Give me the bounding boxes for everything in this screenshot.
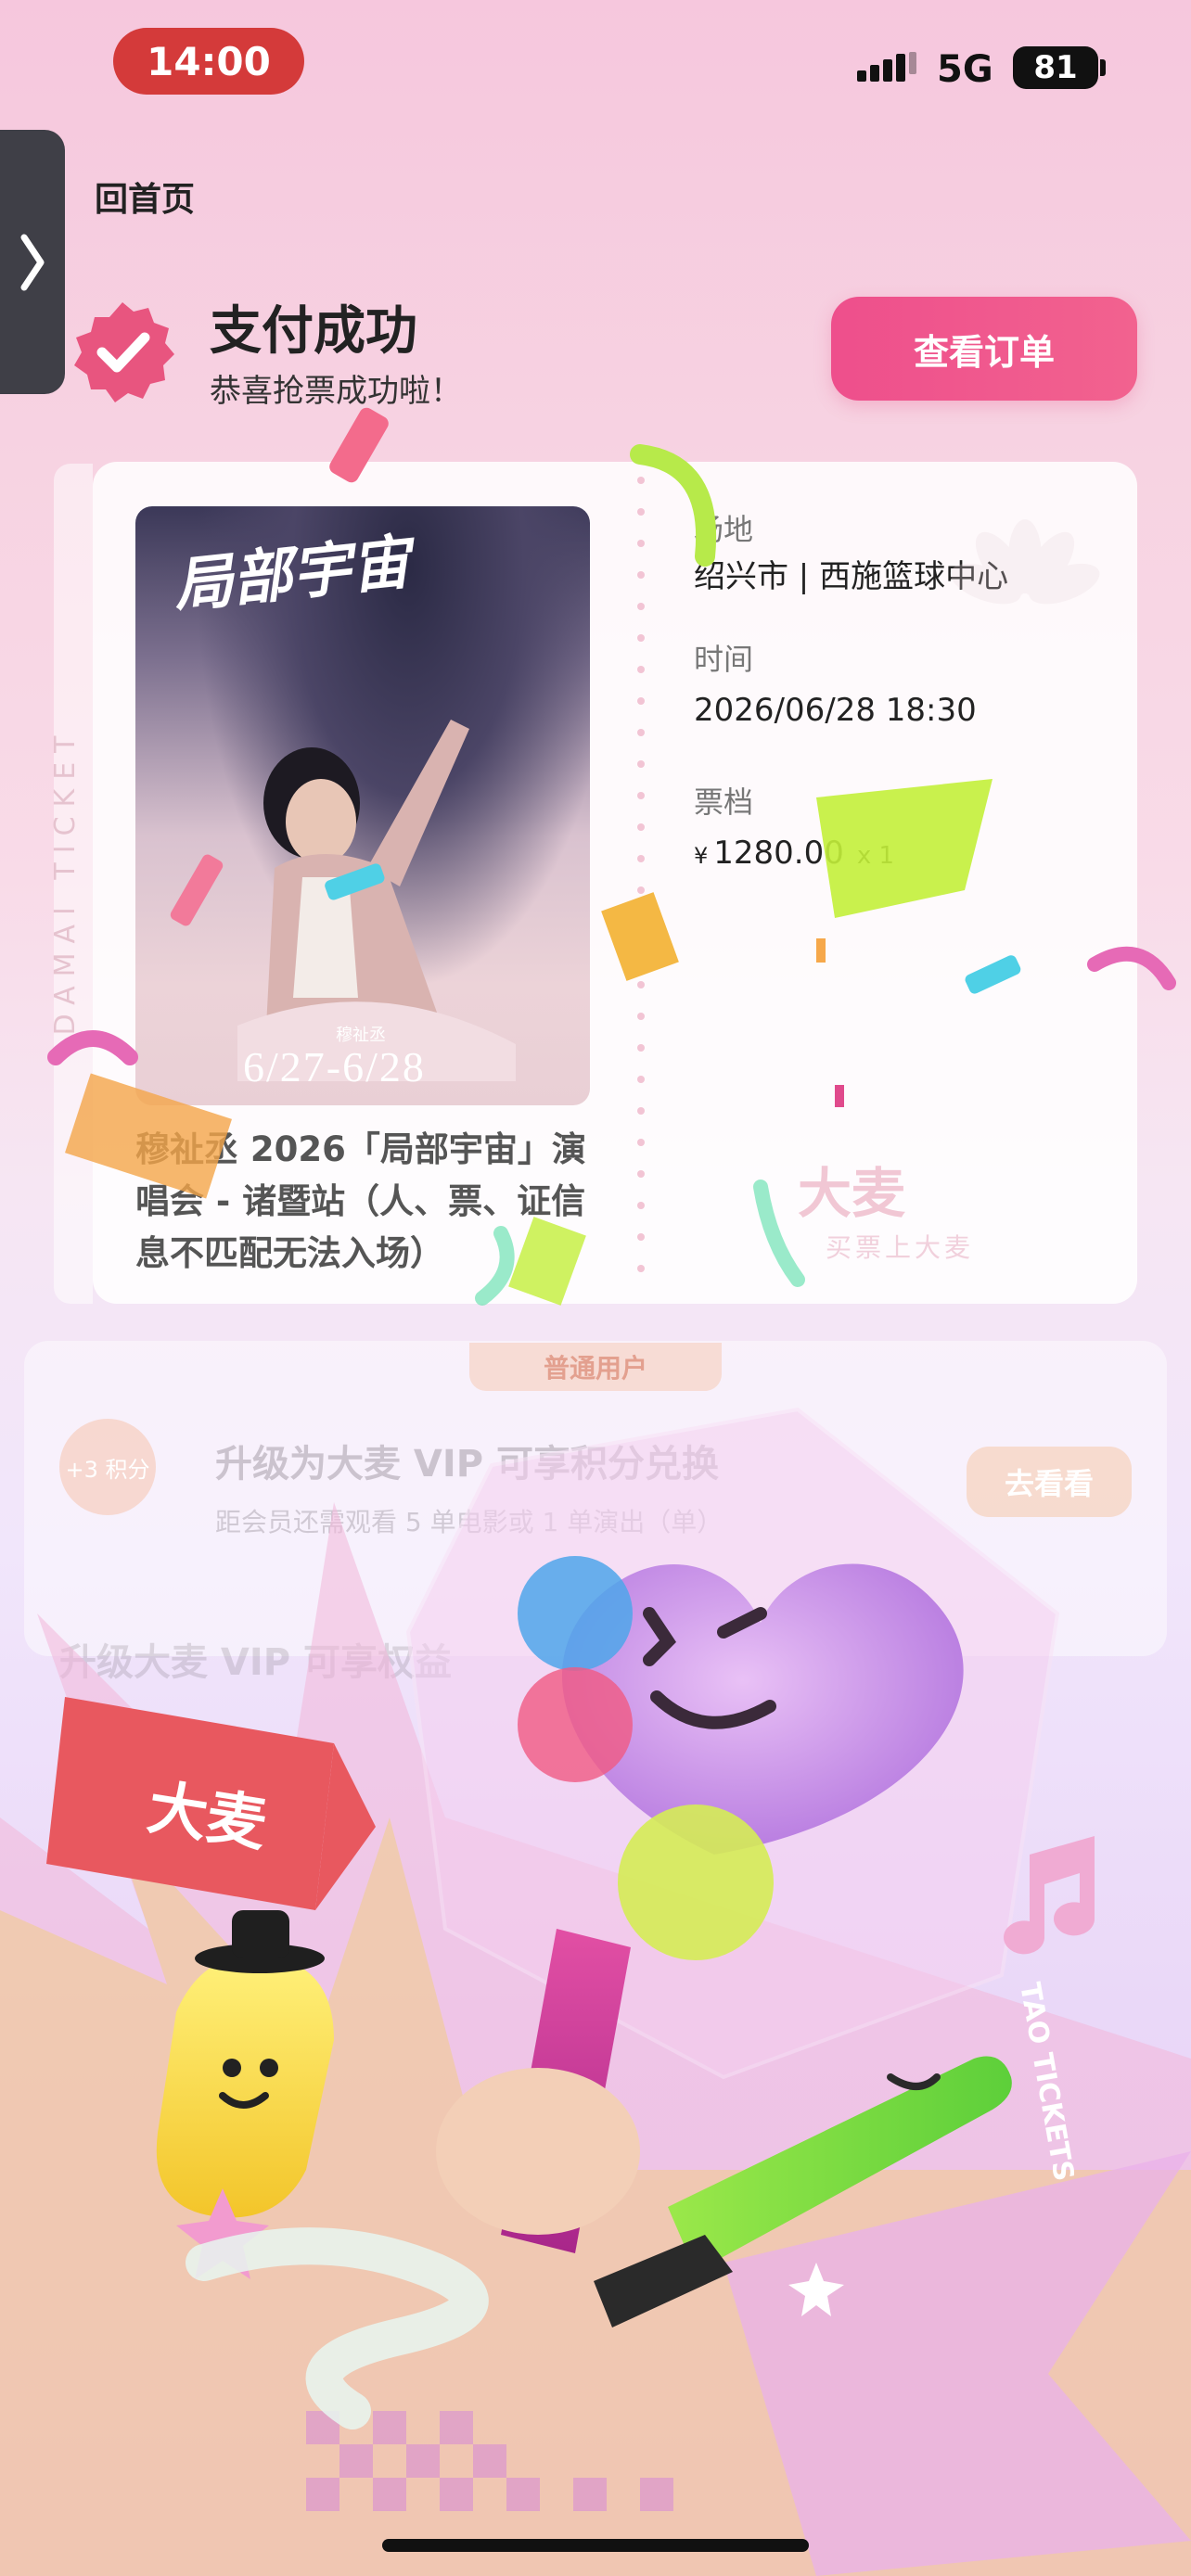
confetti-overlay xyxy=(47,407,1176,1306)
home-indicator xyxy=(382,2539,809,2552)
celebration-illustration: 大麦 TAO TICKETS xyxy=(0,1407,1191,2576)
